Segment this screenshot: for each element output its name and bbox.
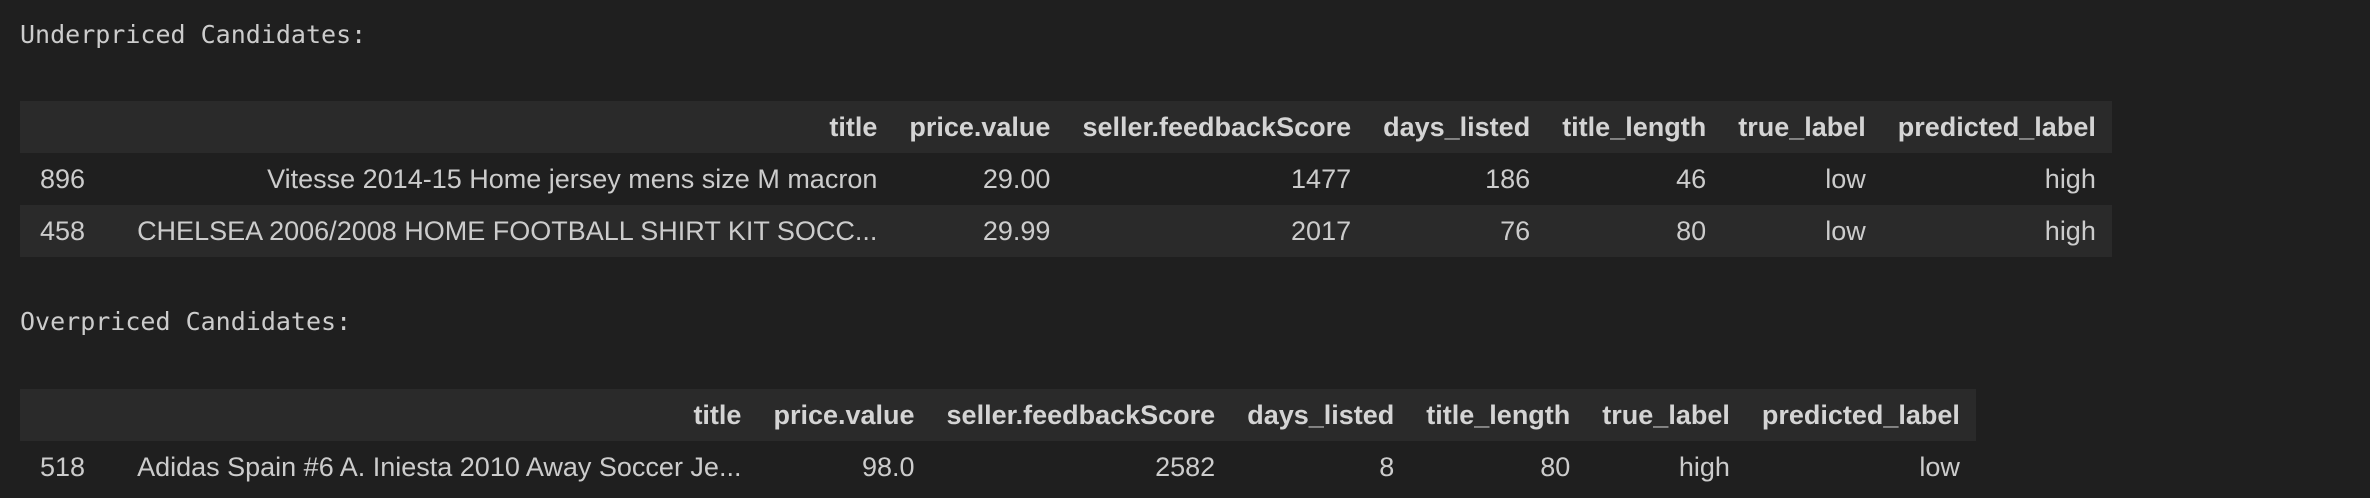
underpriced-heading: Underpriced Candidates: xyxy=(20,20,367,49)
col-price-header: price.value xyxy=(909,111,1051,142)
cell-feedback: 1477 xyxy=(1291,163,1352,194)
cell-price: 29.00 xyxy=(982,163,1051,194)
cell-true-label: low xyxy=(1825,215,1866,246)
cell-title: Vitesse 2014-15 Home jersey mens size M … xyxy=(267,163,878,194)
cell-title: Adidas Spain #6 A. Iniesta 2010 Away Soc… xyxy=(137,451,742,482)
cell-title-length: 80 xyxy=(1540,451,1571,482)
cell-price: 29.99 xyxy=(982,215,1051,246)
index-header xyxy=(20,389,121,441)
cell-title: CHELSEA 2006/2008 HOME FOOTBALL SHIRT KI… xyxy=(137,215,878,246)
cell-feedback: 2582 xyxy=(1155,451,1216,482)
col-title-length-header: title_length xyxy=(1562,111,1707,142)
cell-price: 98.0 xyxy=(861,451,915,482)
index-header xyxy=(20,101,121,153)
col-price-header: price.value xyxy=(773,399,915,430)
row-index: 518 xyxy=(40,451,86,482)
cell-title-length: 46 xyxy=(1676,163,1707,194)
col-feedback-header: seller.feedbackScore xyxy=(1082,111,1352,142)
table-row: 896 Vitesse 2014-15 Home jersey mens siz… xyxy=(20,153,2112,205)
col-title-header: title xyxy=(829,111,878,142)
col-true-label-header: true_label xyxy=(1738,111,1866,142)
cell-days: 186 xyxy=(1485,163,1531,194)
overpriced-heading: Overpriced Candidates: xyxy=(20,307,352,336)
col-days-header: days_listed xyxy=(1383,111,1531,142)
cell-days: 8 xyxy=(1379,451,1395,482)
cell-true-label: low xyxy=(1825,163,1866,194)
table-row: 458 CHELSEA 2006/2008 HOME FOOTBALL SHIR… xyxy=(20,205,2112,257)
col-true-label-header: true_label xyxy=(1602,399,1730,430)
col-days-header: days_listed xyxy=(1247,399,1395,430)
col-feedback-header: seller.feedbackScore xyxy=(946,399,1216,430)
cell-true-label: high xyxy=(1678,451,1730,482)
col-title-length-header: title_length xyxy=(1426,399,1571,430)
col-predicted-label-header: predicted_label xyxy=(1761,399,1960,430)
cell-days: 76 xyxy=(1500,215,1531,246)
table-header-row: title price.value seller.feedbackScore d… xyxy=(20,101,2112,153)
overpriced-table: title price.value seller.feedbackScore d… xyxy=(20,389,1976,493)
underpriced-table: title price.value seller.feedbackScore d… xyxy=(20,101,2112,257)
cell-feedback: 2017 xyxy=(1291,215,1352,246)
table-row: 518 Adidas Spain #6 A. Iniesta 2010 Away… xyxy=(20,441,1976,493)
cell-predicted-label: high xyxy=(2044,215,2096,246)
row-index: 458 xyxy=(40,215,86,246)
cell-title-length: 80 xyxy=(1676,215,1707,246)
col-title-header: title xyxy=(693,399,742,430)
row-index: 896 xyxy=(40,163,86,194)
cell-predicted-label: high xyxy=(2044,163,2096,194)
cell-predicted-label: low xyxy=(1919,451,1960,482)
table-header-row: title price.value seller.feedbackScore d… xyxy=(20,389,1976,441)
col-predicted-label-header: predicted_label xyxy=(1897,111,2096,142)
